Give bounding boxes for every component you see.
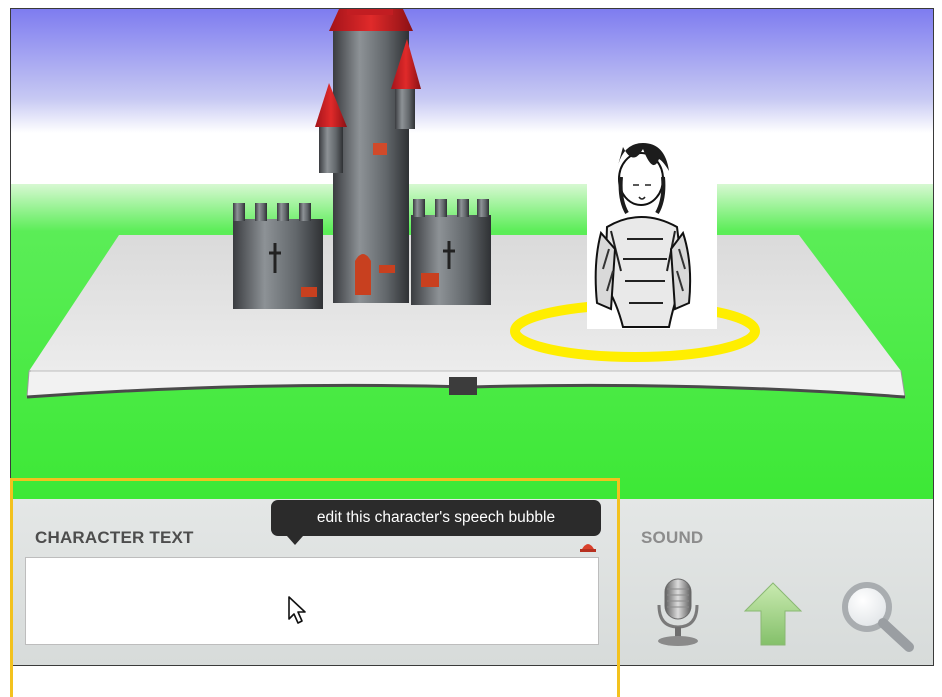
highlight-box <box>10 478 620 697</box>
scene-canvas[interactable] <box>11 9 933 499</box>
knight-character[interactable] <box>587 143 717 329</box>
magnifier-icon[interactable] <box>837 579 917 653</box>
sound-label: SOUND <box>641 528 704 547</box>
upload-arrow-icon[interactable] <box>743 581 803 647</box>
microphone-icon[interactable] <box>651 577 705 649</box>
scene-3d-view[interactable] <box>11 9 933 499</box>
sky <box>11 9 933 209</box>
